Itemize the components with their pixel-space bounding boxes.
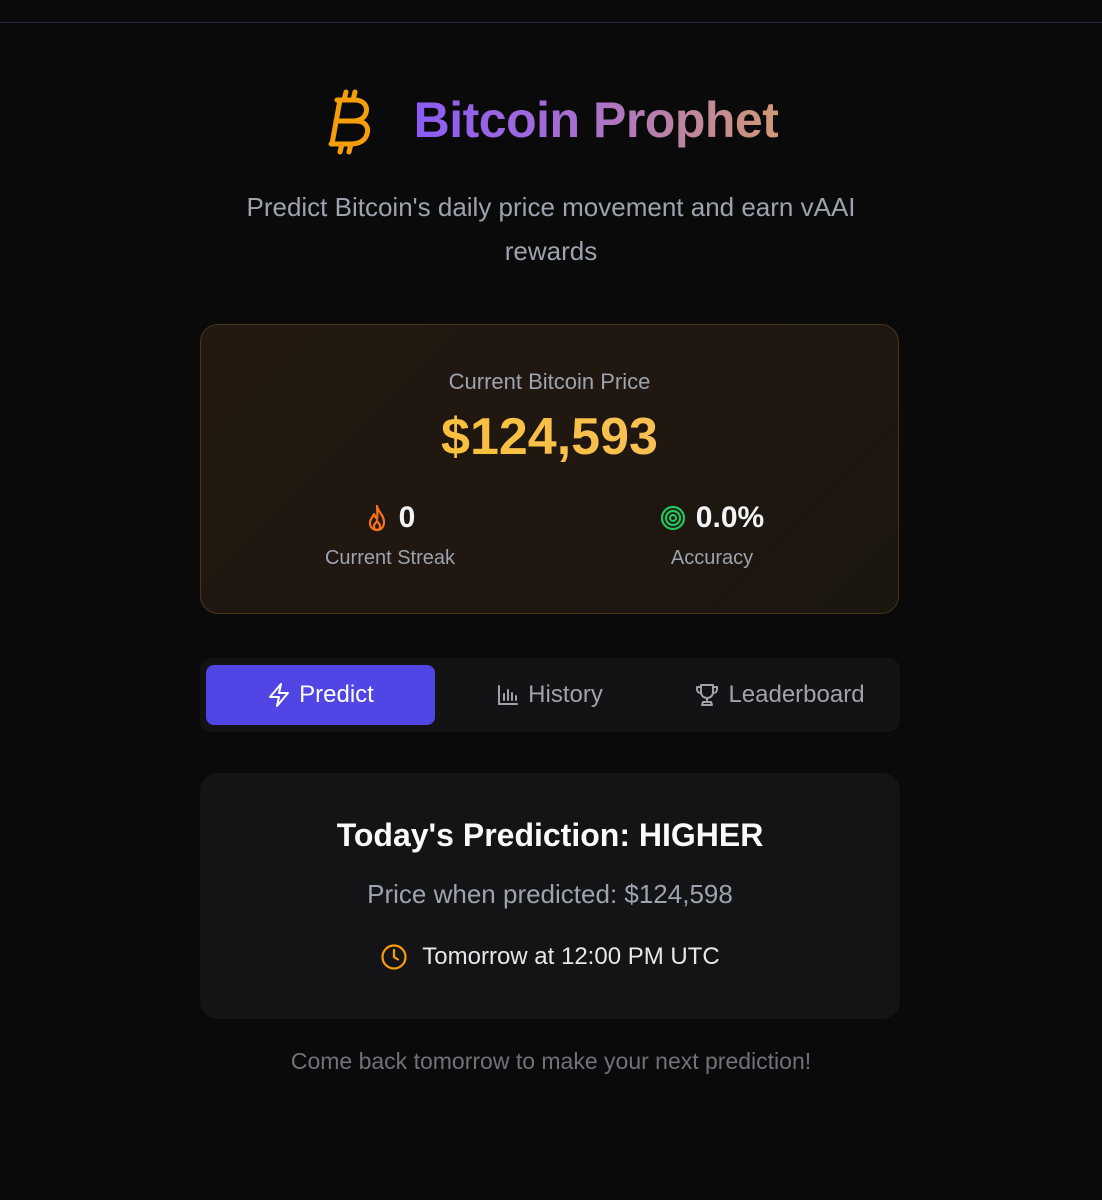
prediction-time: Tomorrow at 12:00 PM UTC xyxy=(200,943,900,971)
accuracy-value: 0.0% xyxy=(695,501,765,534)
bar-chart-icon xyxy=(496,683,520,707)
footer-note: Come back tomorrow to make your next pre… xyxy=(290,1048,812,1074)
streak-stat: 0 Current Streak xyxy=(260,499,520,570)
trophy-icon xyxy=(694,682,720,708)
accuracy-label: Accuracy xyxy=(670,547,754,569)
tab-history-label: History xyxy=(528,681,603,708)
prediction-price: Price when predicted: $124,598 xyxy=(367,879,733,909)
app-title: Bitcoin Prophet xyxy=(413,92,779,148)
bitcoin-price: $124,593 xyxy=(201,407,898,467)
streak-value: 0 xyxy=(398,501,416,534)
accuracy-stat: 0.0% Accuracy xyxy=(582,499,842,570)
subtitle: Predict Bitcoin's daily price movement a… xyxy=(246,192,856,266)
tab-leaderboard[interactable]: Leaderboard xyxy=(665,665,894,725)
prediction-title: Today's Prediction: HIGHER xyxy=(336,817,764,853)
price-label: Current Bitcoin Price xyxy=(448,369,651,394)
streak-label: Current Streak xyxy=(324,547,456,569)
top-bar xyxy=(0,0,1102,23)
tab-leaderboard-label: Leaderboard xyxy=(728,681,865,708)
tab-predict[interactable]: Predict xyxy=(206,665,435,725)
price-card: Current Bitcoin Price $124,593 0 Current… xyxy=(200,324,899,614)
header: Bitcoin Prophet xyxy=(0,77,1102,167)
tab-history[interactable]: History xyxy=(435,665,664,725)
zap-icon xyxy=(267,682,291,708)
prediction-card: Today's Prediction: HIGHER Price when pr… xyxy=(200,773,900,1019)
page: Bitcoin Prophet Predict Bitcoin's daily … xyxy=(0,23,1102,1200)
target-icon xyxy=(660,505,686,531)
bitcoin-icon xyxy=(324,86,376,158)
tab-predict-label: Predict xyxy=(299,681,374,708)
flame-icon xyxy=(365,504,389,532)
prediction-time-text: Tomorrow at 12:00 PM UTC xyxy=(422,943,720,970)
tab-bar: Predict History Leaderboard xyxy=(200,658,900,732)
clock-icon xyxy=(380,943,408,971)
